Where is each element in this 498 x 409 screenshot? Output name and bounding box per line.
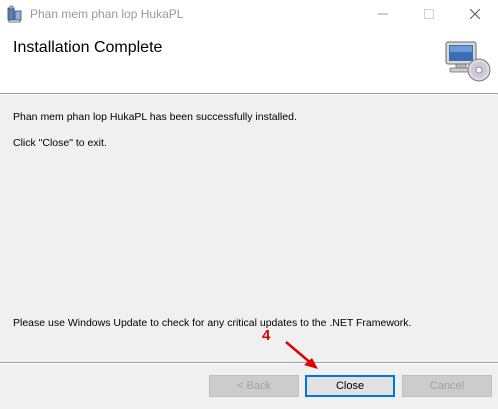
header-banner: Installation Complete (0, 28, 498, 94)
step-annotation-number: 4 (262, 327, 271, 344)
update-notice: Please use Windows Update to check for a… (13, 317, 412, 329)
success-message: Phan mem phan lop HukaPL has been succes… (13, 111, 297, 123)
close-icon (470, 9, 480, 19)
button-bar: < Back Close Cancel (0, 364, 498, 409)
minimize-button[interactable] (360, 0, 406, 28)
window-title: Phan mem phan lop HukaPL (30, 7, 184, 21)
close-button[interactable]: Close (305, 375, 395, 397)
exit-instruction: Click "Close" to exit. (13, 137, 107, 149)
computer-cd-icon (445, 41, 491, 82)
window-close-button[interactable] (452, 0, 498, 28)
minimize-icon (378, 13, 388, 15)
cancel-button[interactable]: Cancel (402, 375, 492, 397)
installer-window: Phan mem phan lop HukaPL Installation Co… (0, 0, 498, 409)
content-area: Phan mem phan lop HukaPL has been succes… (0, 95, 498, 362)
annotation-arrow-icon (285, 341, 318, 369)
installer-app-icon (7, 5, 22, 23)
page-title: Installation Complete (13, 39, 163, 56)
maximize-button[interactable] (406, 0, 452, 28)
title-bar[interactable]: Phan mem phan lop HukaPL (0, 0, 498, 28)
back-button[interactable]: < Back (209, 375, 299, 397)
maximize-icon (424, 9, 434, 19)
